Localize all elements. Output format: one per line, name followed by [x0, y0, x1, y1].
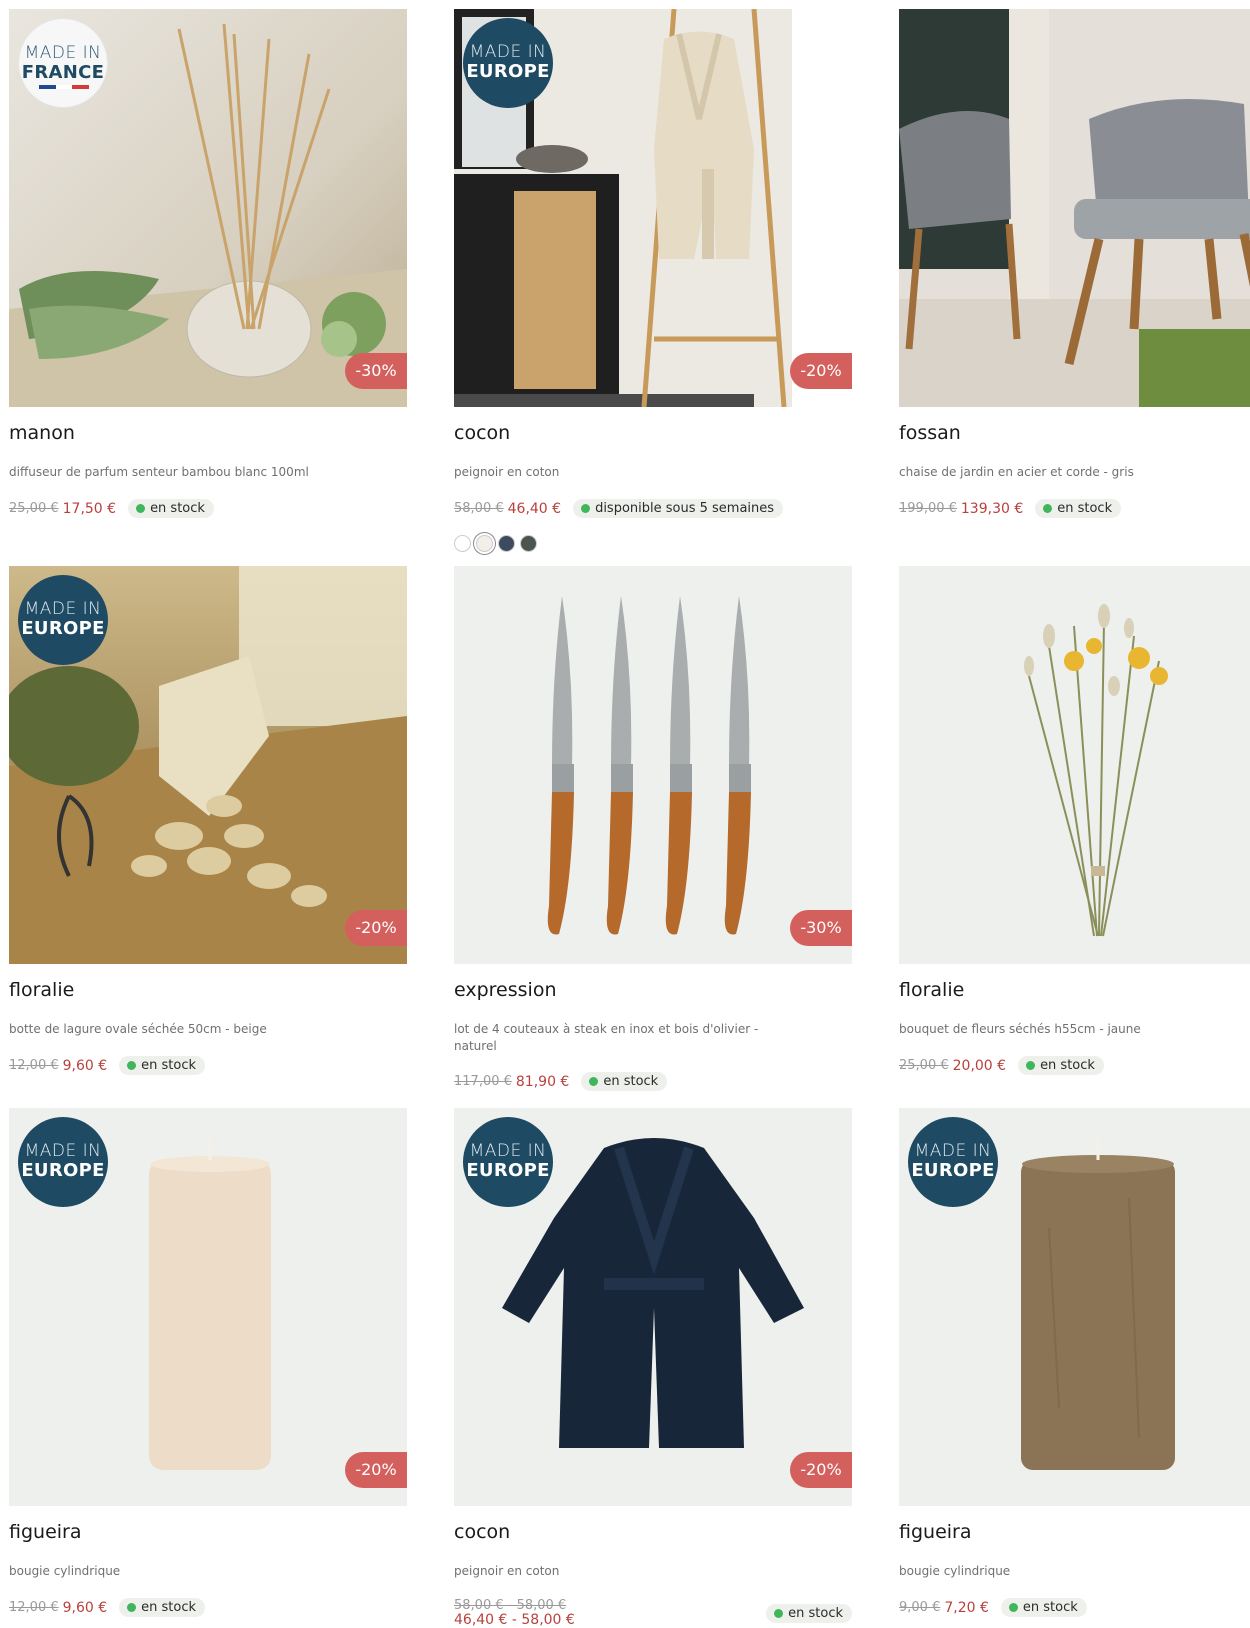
discount-badge: -30% — [790, 910, 852, 946]
old-price: 25,00 € — [9, 501, 59, 516]
product-card[interactable]: -30% expression lot de 4 couteaux à stea… — [454, 566, 852, 1091]
product-card[interactable]: MADE IN EUROPE -20% floralie botte de la… — [9, 566, 407, 1075]
product-description: peignoir en coton — [454, 1564, 560, 1578]
stock-badge: en stock — [1018, 1056, 1104, 1075]
new-price: 9,60 € — [62, 1057, 108, 1074]
stock-badge: en stock — [1000, 1598, 1087, 1617]
stock-badge: en stock — [1035, 499, 1122, 518]
stock-dot-icon — [589, 1077, 599, 1086]
old-price: 12,00 € — [9, 1058, 59, 1073]
product-name[interactable]: floralie — [9, 979, 74, 1001]
product-name[interactable]: figueira — [899, 1521, 972, 1543]
stock-dot-icon — [581, 504, 591, 513]
product-name[interactable]: fossan — [899, 422, 961, 444]
product-name[interactable]: expression — [454, 979, 557, 1001]
product-name[interactable]: cocon — [454, 1521, 510, 1543]
color-swatches — [454, 535, 537, 552]
product-name[interactable]: figueira — [9, 1521, 82, 1543]
new-price: 46,40 € - 58,00 € — [454, 1612, 575, 1628]
product-image[interactable]: MADE IN EUROPE — [899, 1108, 1250, 1506]
discount-badge: -20% — [345, 1452, 407, 1488]
price-row: 117,00 € 81,90 € en stock — [454, 1072, 668, 1091]
product-name[interactable]: cocon — [454, 422, 510, 444]
discount-badge: -20% — [790, 353, 852, 389]
product-description: chaise de jardin en acier et corde - gri… — [899, 465, 1134, 479]
price-row: 199,00 € 139,30 € en stock — [899, 499, 1122, 518]
stock-dot-icon — [1008, 1603, 1018, 1612]
product-description: lot de 4 couteaux à steak en inox et boi… — [454, 1022, 759, 1053]
stock-dot-icon — [774, 1608, 784, 1618]
new-price: 81,90 € — [515, 1073, 570, 1090]
product-card[interactable]: floralie bouquet de fleurs séchés h55cm … — [899, 566, 1250, 1075]
product-card[interactable]: fossan chaise de jardin en acier et cord… — [899, 9, 1250, 518]
stock-badge: en stock — [119, 1056, 206, 1075]
product-card[interactable]: MADE IN EUROPE -20% cocon peignoir en co… — [454, 9, 852, 552]
made-in-europe-badge: MADE IN EUROPE — [18, 575, 108, 665]
made-in-europe-badge: MADE IN EUROPE — [908, 1117, 998, 1207]
product-card[interactable]: MADE IN EUROPE -20% figueira bougie cyli… — [9, 1108, 407, 1617]
old-price: 9,00 € — [899, 1600, 941, 1615]
product-description: botte de lagure ovale séchée 50cm - beig… — [9, 1022, 267, 1036]
stock-dot-icon — [127, 1061, 137, 1070]
product-description: bouquet de fleurs séchés h55cm - jaune — [899, 1022, 1141, 1036]
stock-dot-icon — [1043, 504, 1053, 513]
price-row: 25,00 € 20,00 € en stock — [899, 1056, 1104, 1075]
product-card[interactable]: MADE IN FRANCE -30% manon diffuseur de p… — [9, 9, 407, 518]
price-row: 12,00 € 9,60 € en stock — [9, 1056, 206, 1075]
stock-dot-icon — [136, 504, 146, 513]
new-price: 20,00 € — [952, 1057, 1007, 1074]
stock-dot-icon — [127, 1603, 137, 1612]
old-price: 12,00 € — [9, 1600, 59, 1615]
stock-dot-icon — [1026, 1061, 1036, 1070]
old-price: 58,00 € — [454, 501, 504, 516]
product-image[interactable]: MADE IN FRANCE -30% — [9, 9, 407, 407]
made-in-europe-badge: MADE IN EUROPE — [18, 1117, 108, 1207]
product-image[interactable]: MADE IN EUROPE -20% — [9, 566, 407, 964]
discount-badge: -20% — [790, 1452, 852, 1488]
stock-badge: en stock — [581, 1072, 668, 1091]
stock-badge: en stock — [119, 1598, 206, 1617]
product-image[interactable]: MADE IN EUROPE -20% — [454, 9, 852, 407]
old-price: 25,00 € — [899, 1058, 949, 1073]
product-description: bougie cylindrique — [899, 1564, 1011, 1578]
stock-badge: disponible sous 5 semaines — [573, 499, 784, 518]
price-row: 12,00 € 9,60 € en stock — [9, 1598, 206, 1617]
new-price: 7,20 € — [944, 1599, 989, 1616]
made-in-europe-badge: MADE IN EUROPE — [463, 1117, 553, 1207]
product-description: diffuseur de parfum senteur bambou blanc… — [9, 465, 309, 479]
product-description: peignoir en coton — [454, 465, 560, 479]
new-price: 139,30 € — [960, 500, 1024, 517]
color-swatch-cream[interactable] — [476, 535, 493, 552]
product-image[interactable]: MADE IN EUROPE -20% — [9, 1108, 407, 1506]
product-card[interactable]: MADE IN EUROPE -20% cocon peignoir en co… — [454, 1108, 852, 1628]
product-image[interactable]: -30% — [454, 566, 852, 964]
new-price: 17,50 € — [62, 500, 117, 517]
new-price: 46,40 € — [507, 500, 562, 517]
product-image[interactable]: MADE IN EUROPE -20% — [454, 1108, 852, 1506]
price-row: 25,00 € 17,50 € en stock — [9, 499, 214, 518]
discount-badge: -20% — [345, 910, 407, 946]
made-in-europe-badge: MADE IN EUROPE — [463, 18, 553, 108]
color-swatch-navy[interactable] — [498, 535, 515, 552]
price-row: 58,00 € - 58,00 € 46,40 € - 58,00 € en s… — [454, 1598, 852, 1628]
stock-badge: en stock — [128, 499, 214, 518]
product-description: bougie cylindrique — [9, 1564, 121, 1578]
old-price: 117,00 € — [454, 1074, 512, 1089]
price-row: 58,00 € 46,40 € disponible sous 5 semain… — [454, 499, 784, 518]
color-swatch-dark-green[interactable] — [520, 535, 537, 552]
product-card[interactable]: MADE IN EUROPE figueira bougie cylindriq… — [899, 1108, 1250, 1617]
product-image[interactable] — [899, 9, 1250, 407]
product-name[interactable]: manon — [9, 422, 75, 444]
color-swatch-white[interactable] — [454, 535, 471, 552]
old-price: 199,00 € — [899, 501, 957, 516]
product-name[interactable]: floralie — [899, 979, 964, 1001]
new-price: 9,60 € — [62, 1599, 108, 1616]
made-in-france-badge: MADE IN FRANCE — [18, 18, 108, 108]
price-row: 9,00 € 7,20 € en stock — [899, 1598, 1087, 1617]
stock-badge: en stock — [766, 1603, 852, 1623]
old-price: 58,00 € - 58,00 € — [454, 1598, 567, 1613]
discount-badge: -30% — [345, 353, 407, 389]
product-image[interactable] — [899, 566, 1250, 964]
